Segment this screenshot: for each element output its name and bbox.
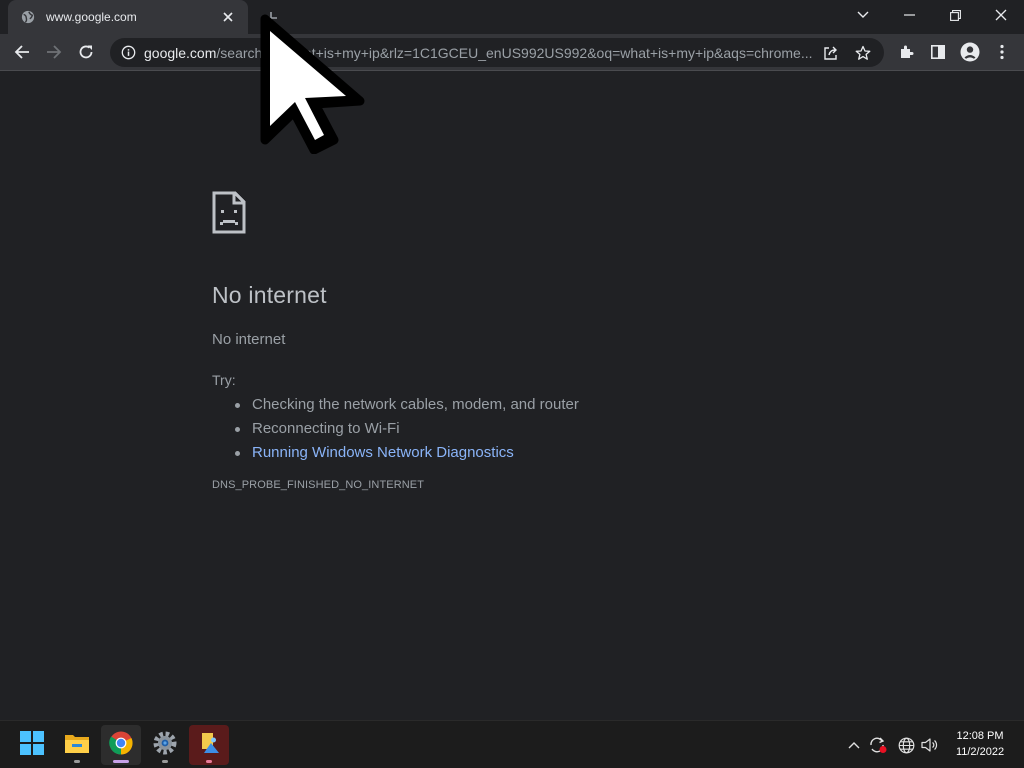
url-text: google.com/search?q=what+is+my+ip&rlz=1C… [144, 45, 812, 61]
suggestion-item: Reconnecting to Wi-Fi [234, 417, 832, 441]
back-icon[interactable] [8, 38, 36, 66]
running-indicator [74, 760, 80, 763]
error-heading: No internet [212, 282, 327, 308]
tab-strip: www.google.com [0, 0, 1024, 34]
clock-time: 12:08 PM [956, 730, 1004, 742]
suggestion-item-diagnostics: Running Windows Network Diagnostics [234, 441, 832, 465]
browser-tab[interactable]: www.google.com [8, 0, 248, 34]
restore-icon[interactable] [932, 0, 978, 30]
network-diagnostics-link[interactable]: Running Windows Network Diagnostics [252, 444, 514, 461]
running-indicator [206, 760, 212, 763]
tab-close-icon[interactable] [218, 7, 238, 27]
running-indicator [162, 760, 168, 763]
active-indicator [113, 760, 129, 763]
volume-icon[interactable] [919, 733, 941, 757]
taskbar-settings[interactable] [145, 725, 185, 765]
network-globe-icon[interactable] [895, 733, 917, 757]
bookmark-star-icon[interactable] [850, 40, 876, 66]
browser-toolbar: google.com/search?q=what+is+my+ip&rlz=1C… [0, 34, 1024, 71]
side-panel-icon[interactable] [924, 38, 952, 66]
clock-date: 11/2/2022 [955, 746, 1005, 758]
file-explorer-icon [64, 732, 90, 759]
settings-icon [153, 731, 177, 760]
url-host: google.com [144, 44, 217, 61]
close-window-icon[interactable] [978, 0, 1024, 30]
taskbar [0, 720, 1024, 768]
suggestions-list: Checking the network cables, modem, and … [212, 393, 832, 465]
error-subheading: No internet [212, 331, 286, 348]
chrome-icon [109, 731, 133, 760]
show-hidden-icons-chevron-icon[interactable] [843, 733, 865, 757]
taskbar-clock[interactable]: 12:08 PM 11/2/2022 [944, 728, 1016, 760]
tab-search-icon[interactable] [840, 0, 886, 30]
try-label: Try: [212, 372, 236, 388]
share-icon[interactable] [818, 40, 844, 66]
forward-icon[interactable] [40, 38, 68, 66]
address-bar[interactable]: google.com/search?q=what+is+my+ip&rlz=1C… [110, 38, 884, 67]
menu-icon[interactable] [988, 38, 1016, 66]
mouse-cursor-icon [258, 14, 370, 155]
error-page: No internet No internet Try: Checking th… [212, 191, 832, 491]
error-code: DNS_PROBE_FINISHED_NO_INTERNET [212, 479, 425, 491]
reload-icon[interactable] [72, 38, 100, 66]
taskbar-file-explorer[interactable] [57, 725, 97, 765]
start-button[interactable] [12, 725, 52, 765]
extensions-icon[interactable] [892, 38, 920, 66]
site-info-icon[interactable] [120, 45, 136, 61]
globe-icon [20, 9, 36, 25]
tab-title: www.google.com [46, 10, 137, 24]
taskbar-photos[interactable] [189, 725, 229, 765]
suggestion-item: Checking the network cables, modem, and … [234, 393, 832, 417]
sync-alert-icon[interactable] [867, 733, 889, 757]
minimize-icon[interactable] [886, 0, 932, 30]
profile-avatar-icon[interactable] [956, 38, 984, 66]
photos-icon [198, 732, 220, 759]
start-icon [20, 730, 44, 760]
taskbar-chrome[interactable] [101, 725, 141, 765]
sad-page-icon [212, 191, 246, 234]
